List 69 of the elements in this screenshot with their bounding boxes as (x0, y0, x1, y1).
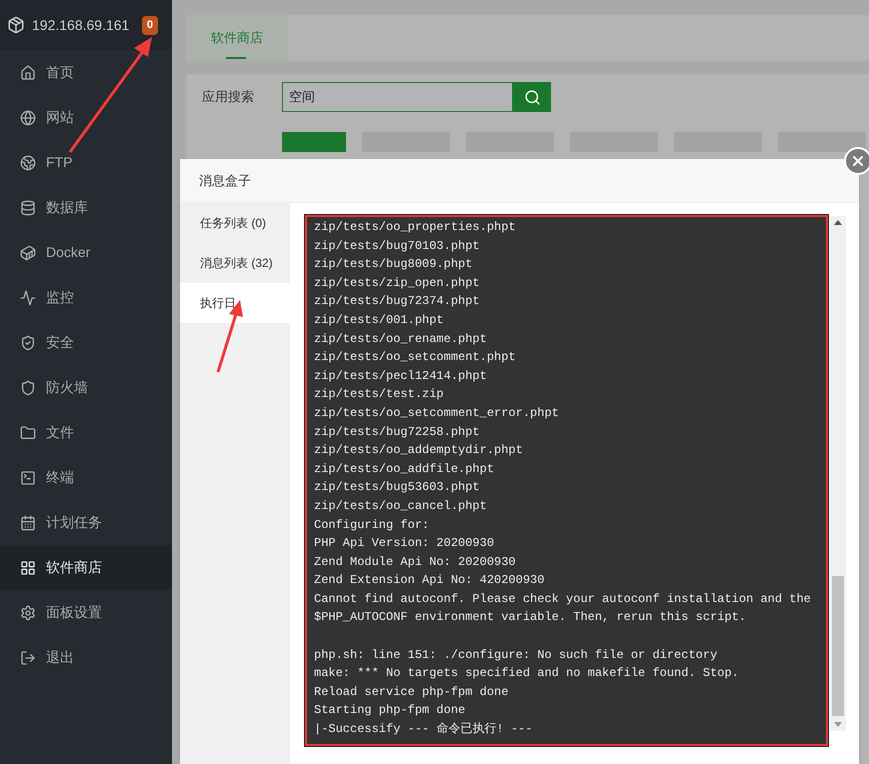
sidebar-item[interactable]: 首页 (0, 50, 172, 95)
log-line: zip/tests/bug53603.phpt (314, 479, 481, 496)
sidebar-item[interactable]: 退出 (0, 635, 172, 680)
log-line: zip/tests/bug72258.phpt (314, 424, 481, 441)
log-line: zip/tests/oo_properties.phpt (314, 219, 517, 236)
log-line: make: *** No targets specified and no makefile found. Stop. (314, 665, 740, 682)
search-field[interactable]: 空间 (282, 82, 513, 112)
log-line: Reload service php-fpm done (314, 684, 510, 701)
sidebar-item[interactable]: Docker (0, 230, 172, 275)
globe-icon (20, 110, 36, 126)
sidebar-item[interactable]: 安全 (0, 320, 172, 365)
log-line: zip/tests/oo_setcomment_error.phpt (314, 404, 560, 422)
database-icon (20, 200, 36, 216)
log-line: Cannot find autoconf. Please check your autoconf installation and the (314, 590, 812, 608)
terminal-icon (20, 470, 36, 486)
log-line: Configuring for: (314, 516, 430, 534)
search-button[interactable] (513, 82, 551, 112)
sidebar-item[interactable]: 软件商店 (0, 545, 172, 590)
log-line: php.sh: line 151: ./configure: No such file or directory (314, 646, 718, 664)
home-icon (20, 64, 36, 80)
search-label: 应用搜索 (202, 88, 255, 106)
globe-icon (20, 154, 36, 170)
sidebar-item[interactable]: 终端 (0, 455, 172, 500)
dialog-tab[interactable]: 执行日 (180, 283, 290, 323)
dialog-title: 消息盒子 (199, 172, 251, 190)
log-line: Zend Extension Api No: 420200930 (314, 572, 546, 590)
logout-icon (20, 650, 36, 666)
monitor-chart-icon (20, 290, 36, 306)
sidebar-item[interactable]: 数据库 (0, 185, 172, 230)
server-address: 192.168.69.161 (32, 16, 130, 34)
log-line: zip/tests/oo_setcomment.phpt (314, 349, 517, 366)
log-line: Zend Module Api No: 20200930 (314, 554, 517, 571)
notification-badge[interactable]: 0 (142, 16, 158, 34)
log-line: zip/tests/oo_cancel.phpt (314, 498, 488, 515)
sidebar-item[interactable]: 防火墙 (0, 365, 172, 410)
sidebar-item[interactable]: 面板设置 (0, 590, 172, 635)
close-icon (850, 153, 866, 169)
grid-icon (20, 560, 36, 576)
log-line: $PHP_AUTOCONF environment variable. Then, rerun this script. (314, 609, 748, 626)
sidebar-item[interactable]: 文件 (0, 410, 172, 455)
log-line: zip/tests/oo_rename.phpt (314, 330, 488, 348)
log-line: zip/tests/oo_addemptydir.phpt (314, 442, 524, 460)
sidebar-item[interactable]: 监控 (0, 275, 172, 320)
log-line: zip/tests/001.phpt (314, 312, 445, 329)
sidebar-item[interactable]: FTP (0, 140, 172, 185)
log-line: zip/tests/test.zip (314, 386, 445, 404)
log-line: zip/tests/bug8009.phpt (314, 256, 474, 274)
shield-check-icon (20, 334, 36, 350)
container-icon (20, 244, 36, 260)
log-line: Starting php-fpm done (314, 702, 466, 720)
dialog-tab[interactable]: 任务列表 (0) (180, 203, 290, 243)
settings-icon (20, 604, 36, 620)
category-tab[interactable] (778, 132, 866, 152)
shield-icon (20, 380, 36, 396)
log-line: |-Successify --- 命令已执行! --- (314, 721, 534, 738)
calendar-icon (20, 514, 36, 530)
box-icon (7, 16, 25, 34)
sidebar-item[interactable]: 网站 (0, 95, 172, 140)
log-line: zip/tests/bug70103.phpt (314, 238, 481, 255)
folder-icon (20, 424, 36, 440)
search-icon (524, 88, 540, 106)
log-line: zip/tests/pecl12414.phpt (314, 368, 488, 385)
log-line: zip/tests/oo_addfile.phpt (314, 460, 496, 478)
log-line: PHP Api Version: 20200930 (314, 535, 496, 552)
log-line: zip/tests/bug72374.phpt (314, 293, 481, 310)
log-line: zip/tests/zip_open.phpt (314, 274, 481, 292)
dialog-tab[interactable]: 消息列表 (32) (180, 243, 290, 283)
category-tab[interactable] (282, 132, 346, 152)
sidebar-item[interactable]: 计划任务 (0, 500, 172, 545)
